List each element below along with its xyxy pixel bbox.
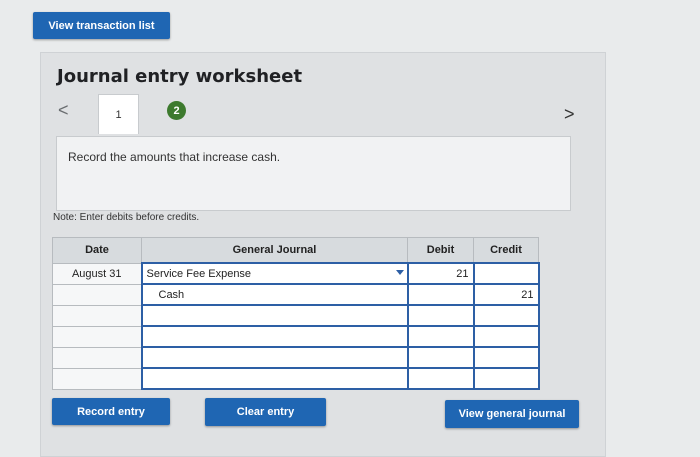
journal-table: Date General Journal Debit Credit August… [52,237,540,390]
tab-1-label: 1 [115,108,122,121]
clear-entry-button[interactable]: Clear entry [205,398,326,426]
debit-input[interactable] [406,325,475,348]
debit-input[interactable] [406,283,475,306]
instruction-box: Record the amounts that increase cash. [56,136,571,211]
date-cell [52,283,142,306]
journal-worksheet-panel: Journal entry worksheet < 1 2 > Record t… [40,52,606,457]
debit-input[interactable] [406,367,475,390]
date-cell: August 31 [52,262,142,285]
date-cell [52,304,142,327]
account-value: Cash [158,288,185,301]
instruction-text: Record the amounts that increase cash. [68,150,281,164]
debit-input[interactable] [406,304,475,327]
credit-input[interactable] [472,262,540,285]
column-header-date: Date [52,237,142,264]
debit-input[interactable] [406,346,475,369]
column-header-debit: Debit [407,237,474,264]
date-cell [52,346,142,369]
account-select[interactable]: Service Fee Expense [140,262,409,285]
table-row: Cash 21 [52,283,540,306]
account-value: Service Fee Expense [146,267,252,280]
debit-input[interactable]: 21 [406,262,475,285]
account-select[interactable]: Cash [140,283,409,306]
tab-2[interactable]: 2 [167,101,186,120]
table-row [52,304,540,327]
table-row: August 31 Service Fee Expense 21 [52,262,540,285]
view-general-journal-button[interactable]: View general journal [445,400,579,428]
table-header-row: Date General Journal Debit Credit [52,237,539,264]
column-header-general-journal: General Journal [141,237,408,264]
tab-2-label: 2 [173,104,180,117]
credit-input[interactable] [472,346,540,369]
dropdown-arrow-icon[interactable] [395,270,404,275]
account-select[interactable] [140,325,409,348]
tab-1[interactable]: 1 [98,94,139,134]
credit-input[interactable] [472,325,540,348]
column-header-credit: Credit [473,237,539,264]
account-select[interactable] [140,346,409,369]
table-row [52,346,540,369]
table-row [52,325,540,348]
credit-input[interactable] [472,367,540,390]
date-cell [52,325,142,348]
date-cell [52,367,142,390]
worksheet-title: Journal entry worksheet [57,66,303,87]
note-text: Note: Enter debits before credits. [53,212,200,223]
account-select[interactable] [140,304,409,327]
record-entry-button[interactable]: Record entry [52,398,170,425]
credit-input[interactable]: 21 [472,283,540,306]
credit-input[interactable] [472,304,540,327]
chevron-left-icon[interactable]: < [58,100,69,121]
view-transaction-list-button[interactable]: View transaction list [33,12,170,39]
account-select[interactable] [140,367,409,390]
table-row [52,367,540,390]
chevron-right-icon[interactable]: > [564,104,575,125]
